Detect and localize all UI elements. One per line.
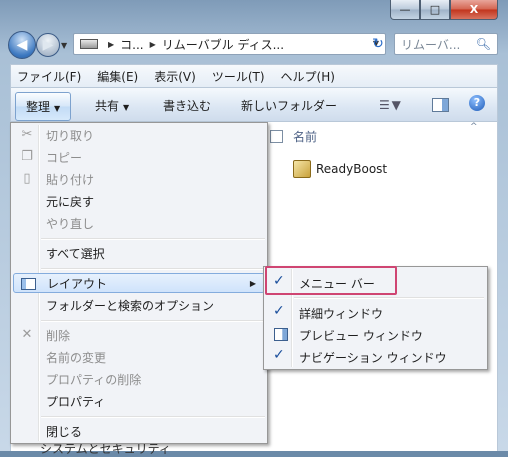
menu-tools[interactable]: ツール(T) [212,68,265,85]
preview-pane-icon [274,328,288,341]
menu-item-label: 閉じる [46,424,83,439]
sort-indicator-icon: ^ [470,122,478,132]
chevron-down-icon: ▼ [123,103,130,112]
forward-button[interactable]: ▶ [36,33,60,57]
menu-item-label: 元に戻す [46,194,95,209]
preview-pane-icon[interactable] [432,98,449,112]
back-arrow-icon: ◀ [16,37,28,53]
command-bar: 整理 ▼ 共有 ▼ 書き込む 新しいフォルダー ☰ ▼ ? [10,88,498,122]
file-name: ReadyBoost [316,162,388,176]
close-button[interactable]: X [450,0,498,20]
menu-item-remove-properties[interactable]: プロパティの削除 [13,369,265,389]
menu-edit[interactable]: 編集(E) [97,68,138,85]
search-icon[interactable]: 🔍︎ [476,37,491,51]
breadcrumb-computer[interactable]: コ... [120,36,143,53]
menu-item-label: プロパティの削除 [46,372,142,387]
menu-help[interactable]: ヘルプ(H) [281,68,335,85]
minimize-button[interactable]: — [390,0,420,20]
menu-item-delete[interactable]: ✕ 削除 [13,325,265,345]
menu-item-label: フォルダーと検索のオプション [46,298,215,313]
menu-item-cut[interactable]: ✂ 切り取り [13,125,265,145]
menu-item-label: コピー [46,150,83,165]
new-folder-button[interactable]: 新しいフォルダー [241,97,337,114]
search-input[interactable]: リムーバ... 🔍︎ [394,33,498,55]
submenu-item-preview-pane[interactable]: プレビュー ウィンドウ [266,324,485,344]
organize-menu: ✂ 切り取り ❐ コピー ▯ 貼り付け 元に戻す やり直し すべて選択 レイアウ… [10,122,268,444]
readyboost-file-icon [293,160,311,178]
breadcrumb-chevron-icon[interactable]: ▶ [108,40,114,49]
forward-arrow-icon: ▶ [42,37,54,53]
address-bar[interactable]: ▶ コ... ▶ リムーバブル ディス... ▼ [73,33,386,55]
layout-icon [21,278,36,290]
menu-item-label: 詳細ウィンドウ [299,307,384,321]
menu-file[interactable]: ファイル(F) [17,68,81,85]
column-name-label: 名前 [293,130,318,144]
menu-bar: ファイル(F) 編集(E) 表示(V) ツール(T) ヘルプ(H) [10,64,498,88]
menu-item-copy[interactable]: ❐ コピー [13,147,265,167]
menu-item-label: 貼り付け [46,172,95,187]
column-header-name[interactable]: 名前 [270,128,317,145]
menu-item-paste[interactable]: ▯ 貼り付け [13,169,265,189]
share-button[interactable]: 共有 ▼ [95,97,129,114]
refresh-button[interactable]: ↻ [366,33,390,55]
checkmark-icon: ✓ [273,303,285,319]
menu-item-label: すべて選択 [46,246,105,261]
menu-item-rename[interactable]: 名前の変更 [13,347,265,367]
refresh-icon: ↻ [372,36,384,52]
burn-button[interactable]: 書き込む [163,97,211,114]
organize-label: 整理 [26,100,51,114]
menu-separator [41,320,265,322]
menu-item-redo[interactable]: やり直し [13,213,265,233]
menu-item-layout[interactable]: レイアウト ▶ [13,273,265,293]
submenu-item-details-pane[interactable]: ✓ 詳細ウィンドウ [266,302,485,322]
submenu-item-navigation-pane[interactable]: ✓ ナビゲーション ウィンドウ [266,346,485,366]
submenu-arrow-icon: ▶ [249,278,256,288]
copy-icon: ❐ [21,149,33,164]
breadcrumb-chevron-icon[interactable]: ▶ [150,40,156,49]
menu-separator [41,238,265,240]
select-all-checkbox[interactable] [270,130,283,143]
menu-item-label: 削除 [46,328,71,343]
menu-item-label: 名前の変更 [46,350,107,365]
menu-item-label: プロパティ [46,394,106,409]
scissors-icon: ✂ [21,127,33,142]
menu-separator [41,416,265,418]
checkmark-icon: ✓ [273,347,285,363]
menu-item-label: ナビゲーション ウィンドウ [299,351,447,365]
caption-buttons: — □ X [390,0,498,20]
paste-icon: ▯ [23,171,31,186]
list-item[interactable]: ReadyBoost [293,160,387,178]
organize-button[interactable]: 整理 ▼ [15,92,72,121]
menu-item-label: プレビュー ウィンドウ [299,329,423,343]
maximize-button[interactable]: □ [420,0,450,20]
menu-item-label: レイアウト [47,276,108,291]
menu-view[interactable]: 表示(V) [154,68,196,85]
breadcrumb-removable-disk[interactable]: リムーバブル ディス... [162,36,284,53]
menu-item-label: 切り取り [46,128,95,143]
menu-item-folder-options[interactable]: フォルダーと検索のオプション [13,295,265,315]
menu-separator [294,297,484,299]
menu-item-close[interactable]: 閉じる [13,421,265,441]
drive-icon [80,39,98,49]
menu-separator [41,268,265,270]
delete-icon: ✕ [21,327,33,342]
search-placeholder: リムーバ... [401,37,461,52]
annotation-highlight-box [265,266,397,295]
recent-pages-dropdown[interactable]: ▼ [61,41,67,50]
chevron-down-icon: ▼ [54,104,61,113]
back-button[interactable]: ◀ [8,31,36,59]
menu-item-undo[interactable]: 元に戻す [13,191,265,211]
menu-item-properties[interactable]: プロパティ [13,391,265,411]
help-icon[interactable]: ? [469,95,485,111]
menu-item-select-all[interactable]: すべて選択 [13,243,265,263]
menu-item-label: やり直し [46,216,95,231]
share-label: 共有 [95,99,120,113]
view-options-icon[interactable]: ☰ ▼ [379,98,401,112]
